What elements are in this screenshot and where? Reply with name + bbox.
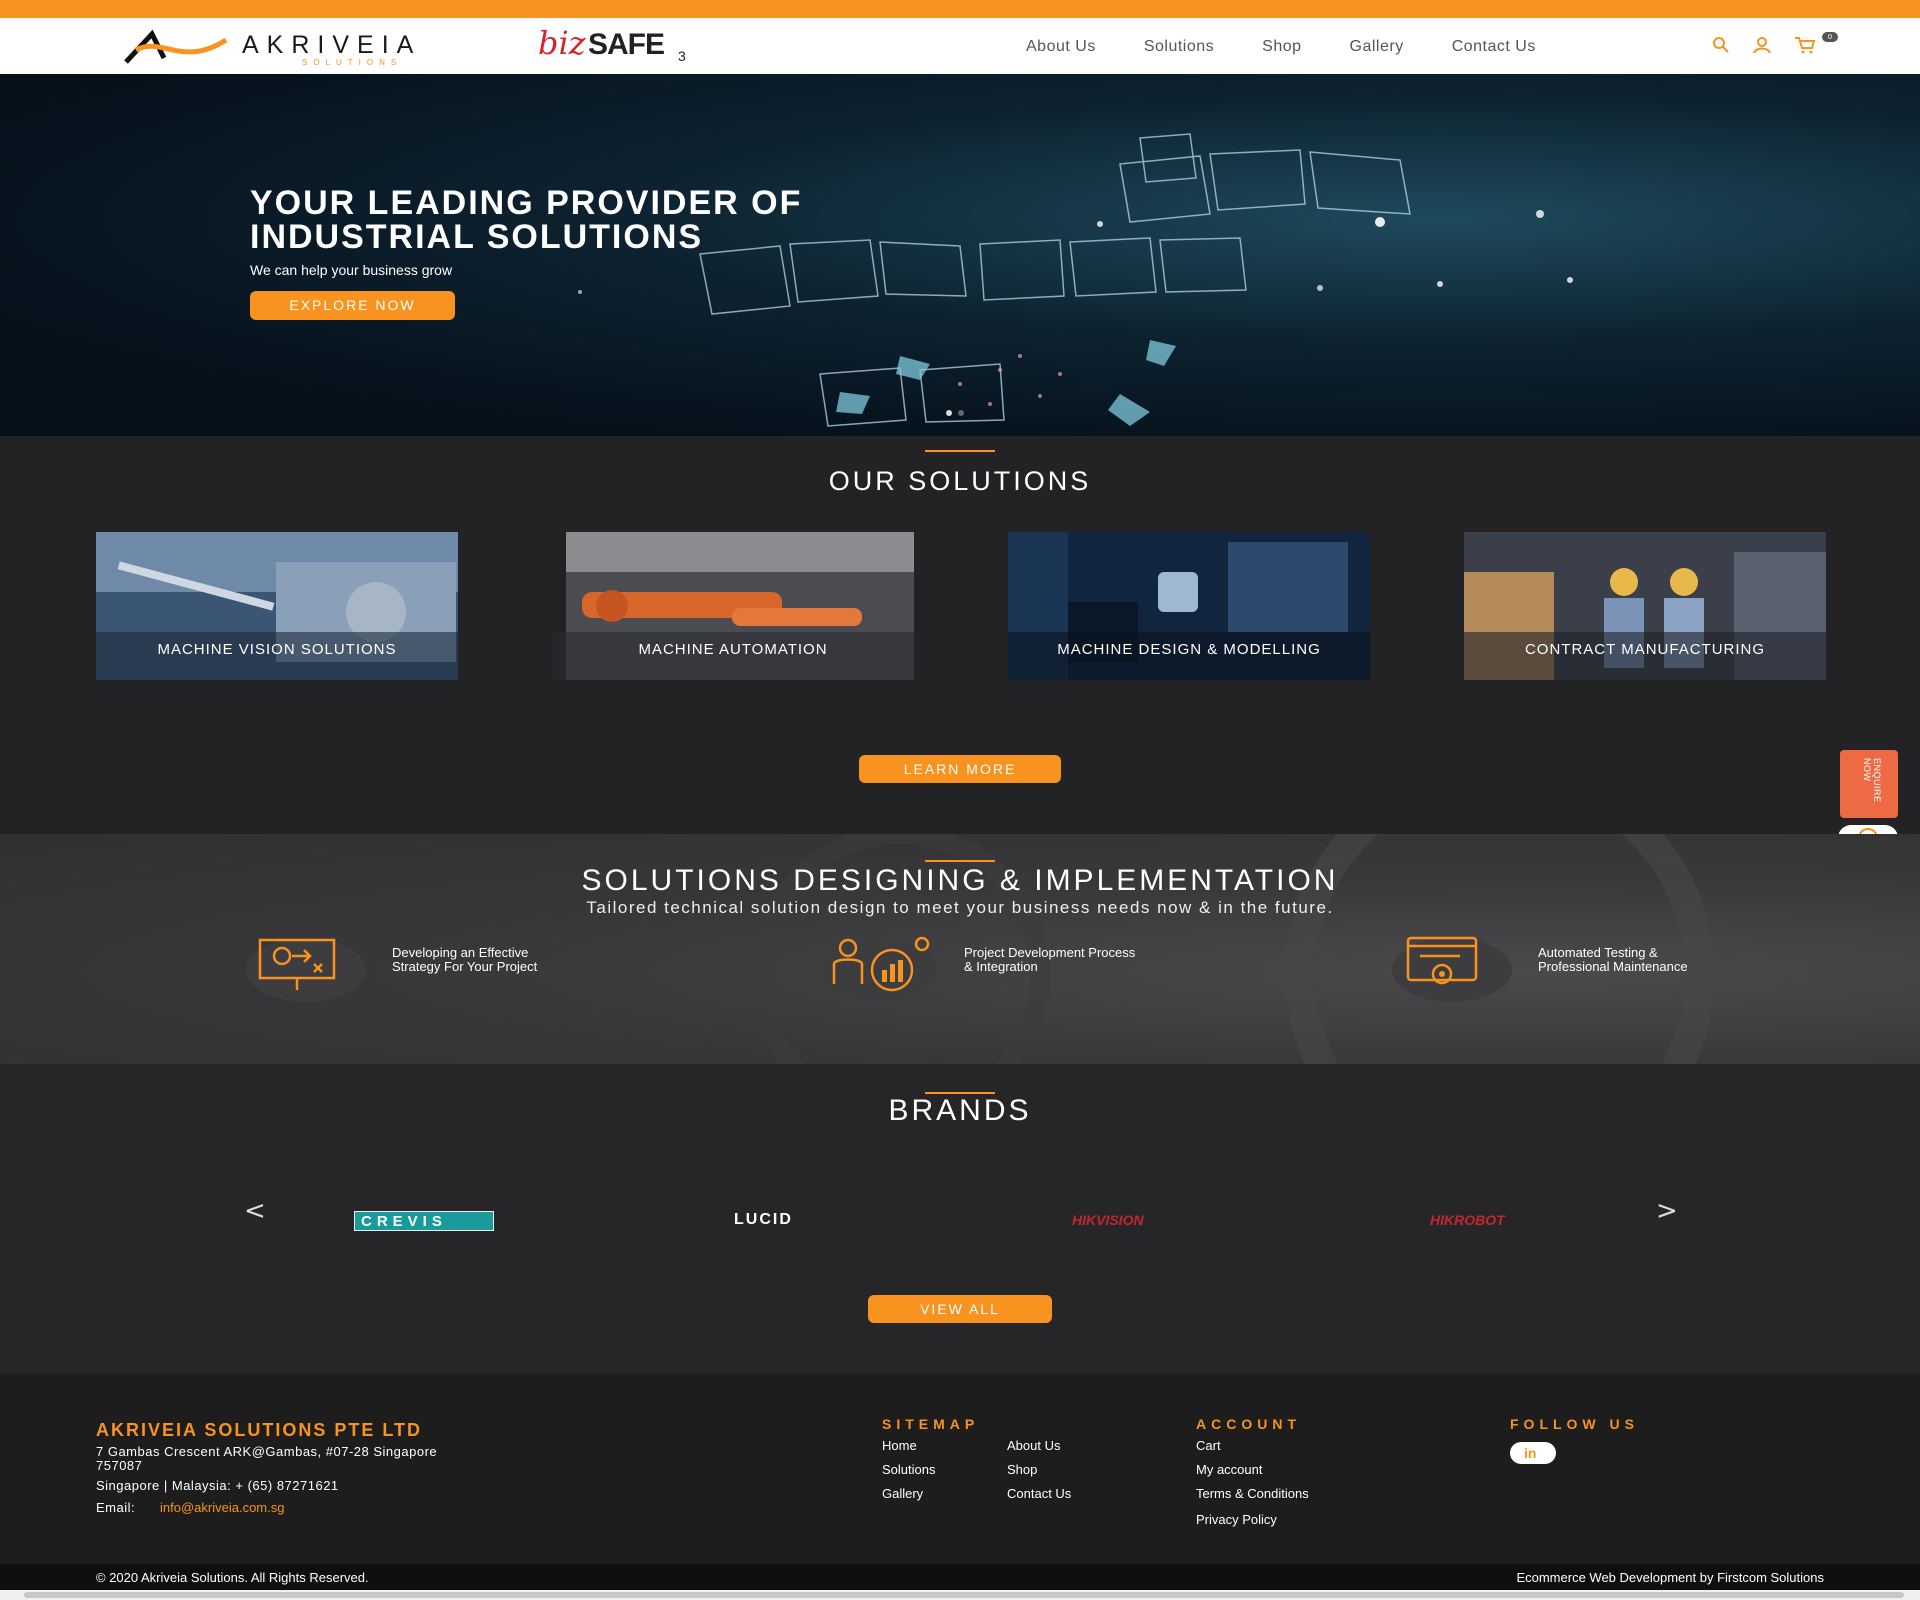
feature-maintenance: Automated Testing & Professional Mainten…: [1392, 934, 1792, 1004]
footer-link-terms[interactable]: Terms & Conditions: [1196, 1486, 1309, 1501]
footer-phone: Singapore | Malaysia: + (65) 87271621: [96, 1478, 339, 1493]
bizsafe-safe: SAFE: [588, 28, 665, 61]
solution-card-label: MACHINE DESIGN & MODELLING: [1057, 641, 1321, 658]
footer-address-line-2: 757087: [96, 1458, 143, 1473]
footer-email-label: Email:: [96, 1500, 136, 1515]
bizsafe-level: 3: [678, 48, 686, 64]
design-title: SOLUTIONS DESIGNING & IMPLEMENTATION: [581, 864, 1339, 897]
strategy-board-icon: [258, 938, 336, 990]
design-tagline: Tailored technical solution design to me…: [586, 898, 1334, 917]
feature-text: Automated Testing & Professional Mainten…: [1538, 945, 1688, 974]
solution-card-label: MACHINE AUTOMATION: [638, 641, 828, 658]
footer-link-solutions[interactable]: Solutions: [882, 1462, 935, 1477]
carousel-dot-1[interactable]: [946, 410, 952, 416]
nav-gallery[interactable]: Gallery: [1350, 38, 1404, 56]
brands-section: BRANDS < > CREVIS LUCID HIKVISION HIKROB…: [0, 1064, 1920, 1374]
brand-hikvision-logo[interactable]: HIKVISION: [1072, 1211, 1216, 1231]
sitemap-heading: SITEMAP: [882, 1416, 980, 1432]
feature-text: Project Development Process & Integratio…: [964, 945, 1136, 974]
user-icon[interactable]: [1752, 36, 1772, 54]
brands-prev-arrow[interactable]: <: [244, 1196, 266, 1226]
bizsafe-logo: biz SAFE 3: [538, 24, 688, 68]
footer-link-contact-us[interactable]: Contact Us: [1007, 1486, 1071, 1501]
brand-name: LUCID: [734, 1211, 793, 1228]
nav-shop[interactable]: Shop: [1262, 38, 1301, 56]
site-header: AKRIVEIA SOLUTIONS biz SAFE 3 About Us S…: [0, 18, 1920, 74]
enquire-now-label: ENQUIRE NOW: [1862, 758, 1882, 803]
brand-name: CREVIS: [361, 1213, 447, 1230]
copyright-text: © 2020 Akriveia Solutions. All Rights Re…: [96, 1570, 369, 1585]
follow-us-heading: FOLLOW US: [1510, 1416, 1639, 1432]
maintenance-gear-icon: [1406, 936, 1478, 985]
logo-wordmark: AKRIVEIA: [242, 31, 422, 59]
footer-link-shop[interactable]: Shop: [1007, 1462, 1037, 1477]
solution-card-machine-design[interactable]: MACHINE DESIGN & MODELLING: [1008, 532, 1370, 680]
cart-icon[interactable]: [1794, 36, 1816, 54]
nav-about-us[interactable]: About Us: [1026, 38, 1096, 56]
bizsafe-biz: biz: [538, 24, 586, 62]
akriveia-logo-mark-icon: [124, 29, 228, 64]
design-implementation-section: SOLUTIONS DESIGNING & IMPLEMENTATION Tai…: [0, 834, 1920, 1064]
our-solutions-section: OUR SOLUTIONS MACHINE VISION SOLUTIONS M…: [0, 436, 1920, 834]
account-heading: ACCOUNT: [1196, 1416, 1301, 1432]
solution-card-label: CONTRACT MANUFACTURING: [1524, 641, 1766, 658]
enquire-now-tab[interactable]: ENQUIRE NOW: [1840, 750, 1898, 818]
brand-name: HIKVISION: [1072, 1212, 1144, 1228]
header-icons: [1712, 36, 1816, 54]
footer-link-gallery[interactable]: Gallery: [882, 1486, 923, 1501]
footer-email-link[interactable]: info@akriveia.com.sg: [160, 1500, 284, 1515]
cart-count-badge: 0: [1822, 32, 1838, 42]
hero-title: YOUR LEADING PROVIDER OF INDUSTRIAL SOLU…: [250, 184, 803, 256]
brands-title: BRANDS: [888, 1094, 1032, 1127]
developer-credit-link[interactable]: Ecommerce Web Development by Firstcom So…: [1516, 1570, 1824, 1585]
hero-banner: YOUR LEADING PROVIDER OF INDUSTRIAL SOLU…: [0, 74, 1920, 436]
section-divider: [925, 860, 995, 862]
solution-card-machine-automation[interactable]: MACHINE AUTOMATION: [552, 532, 914, 680]
brands-next-arrow[interactable]: >: [1656, 1196, 1678, 1226]
feature-text: Developing an Effective Strategy For You…: [392, 945, 538, 974]
main-nav: About Us Solutions Shop Gallery Contact …: [1026, 38, 1536, 56]
footer-link-my-account[interactable]: My account: [1196, 1462, 1262, 1477]
solution-card-machine-vision[interactable]: MACHINE VISION SOLUTIONS: [96, 532, 458, 680]
feature-integration: Project Development Process & Integratio…: [818, 934, 1218, 1004]
section-divider: [925, 450, 995, 452]
linkedin-glyph: in: [1524, 1445, 1537, 1461]
view-all-button[interactable]: VIEW ALL: [868, 1295, 1052, 1323]
footer-company-name: AKRIVEIA SOLUTIONS PTE LTD: [96, 1420, 423, 1440]
solution-card-contract-manufacturing[interactable]: CONTRACT MANUFACTURING: [1464, 532, 1826, 680]
footer-address-line-1: 7 Gambas Crescent ARK@Gambas, #07-28 Sin…: [96, 1444, 438, 1459]
linkedin-icon[interactable]: in: [1510, 1442, 1556, 1464]
carousel-dots: [946, 410, 964, 416]
search-icon[interactable]: [1712, 36, 1730, 54]
footer-link-about-us[interactable]: About Us: [1007, 1438, 1060, 1453]
brand-lucid-logo[interactable]: LUCID: [734, 1211, 838, 1231]
feature-strategy: Developing an Effective Strategy For You…: [246, 934, 646, 1004]
top-accent-bar: [0, 0, 1920, 18]
logo-subtitle: SOLUTIONS: [302, 58, 403, 67]
nav-contact-us[interactable]: Contact Us: [1452, 38, 1536, 56]
site-footer: AKRIVEIA SOLUTIONS PTE LTD 7 Gambas Cres…: [0, 1374, 1920, 1564]
explore-now-button[interactable]: EXPLORE NOW: [250, 291, 455, 320]
scrollbar-thumb[interactable]: [24, 1592, 1904, 1598]
nav-solutions[interactable]: Solutions: [1144, 38, 1214, 56]
footer-link-home[interactable]: Home: [882, 1438, 917, 1453]
copyright-bar: © 2020 Akriveia Solutions. All Rights Re…: [0, 1564, 1920, 1590]
solution-card-label: MACHINE VISION SOLUTIONS: [157, 641, 397, 658]
solutions-title: OUR SOLUTIONS: [828, 466, 1092, 496]
team-analytics-icon: [832, 936, 930, 992]
brand-name: HIKROBOT: [1430, 1212, 1505, 1228]
learn-more-button[interactable]: LEARN MORE: [859, 755, 1061, 783]
brand-hikrobot-logo[interactable]: HIKROBOT: [1430, 1211, 1576, 1231]
carousel-dot-2[interactable]: [958, 410, 964, 416]
brand-crevis-logo[interactable]: CREVIS: [354, 1211, 494, 1231]
footer-link-privacy[interactable]: Privacy Policy: [1196, 1512, 1277, 1527]
akriveia-logo[interactable]: AKRIVEIA SOLUTIONS: [122, 28, 492, 68]
horizontal-scrollbar[interactable]: [0, 1590, 1920, 1600]
footer-link-cart[interactable]: Cart: [1196, 1438, 1221, 1453]
hero-subtitle: We can help your business grow: [250, 262, 453, 278]
